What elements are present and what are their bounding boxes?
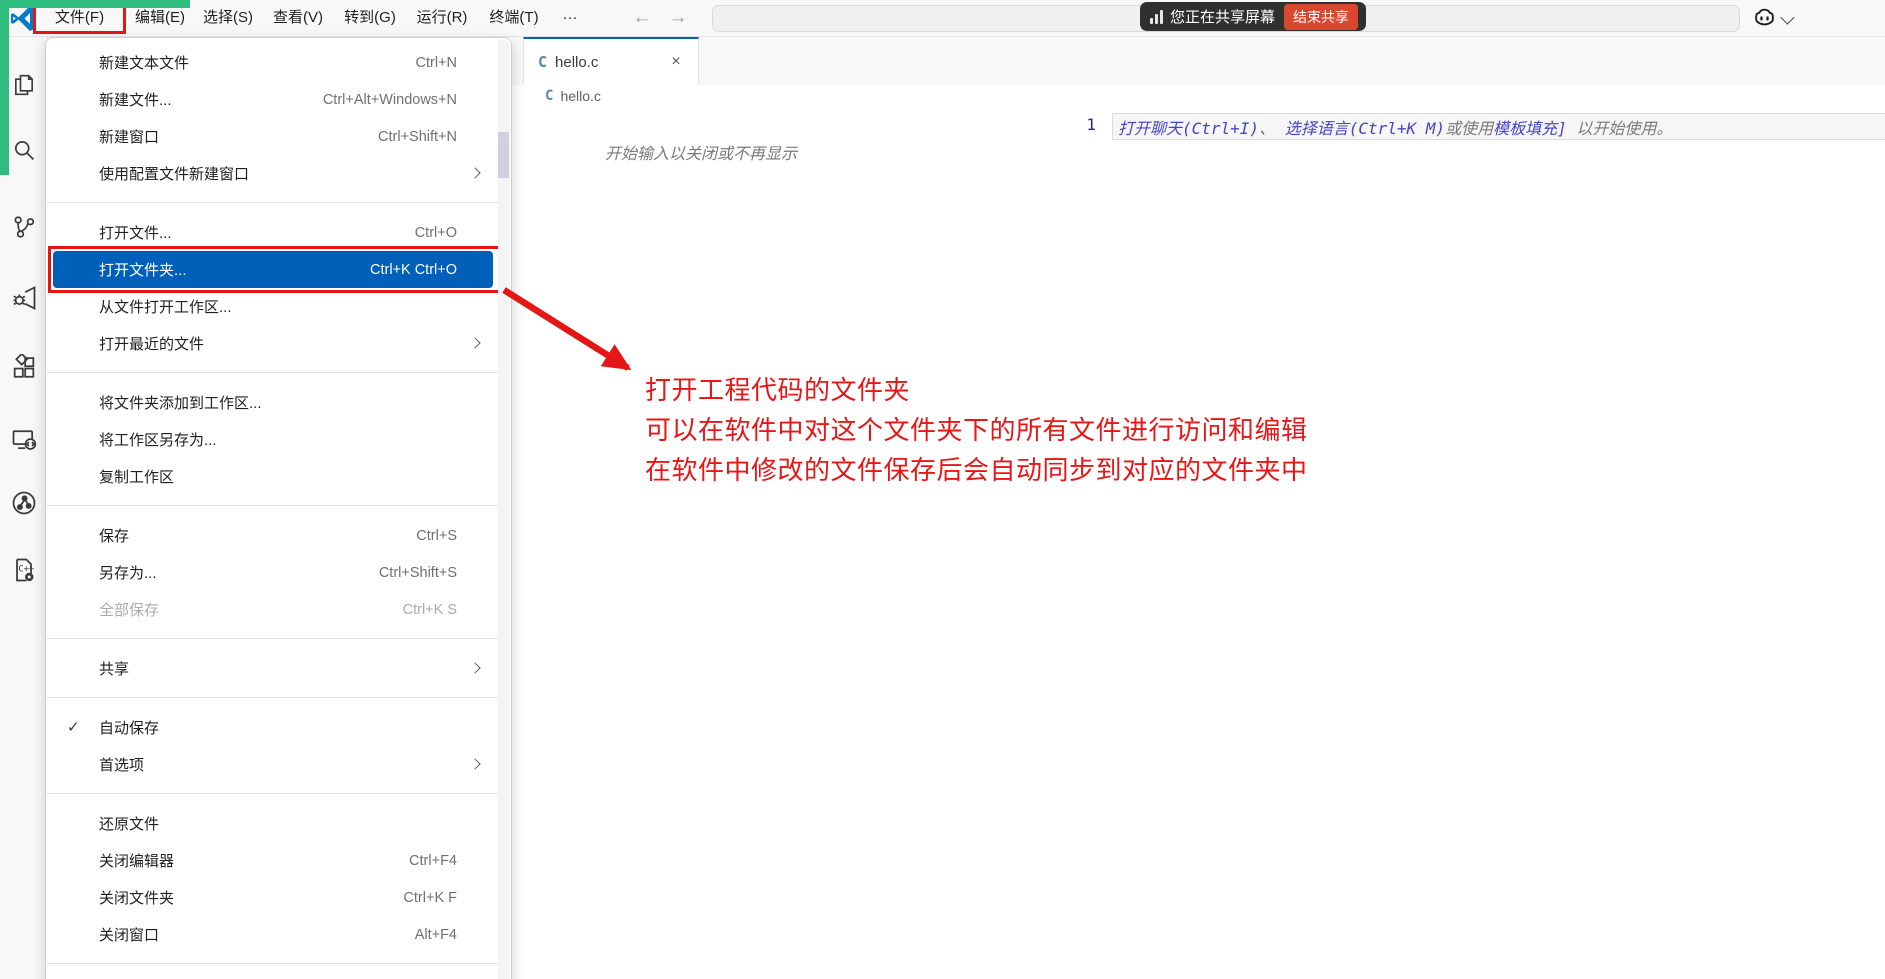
menu-separator: [47, 793, 510, 794]
cpp-tools-icon[interactable]: C++: [10, 556, 38, 584]
explorer-icon[interactable]: [10, 71, 38, 99]
menu-item-preferences[interactable]: 首选项: [53, 746, 493, 783]
breadcrumb-file: hello.c: [560, 88, 600, 104]
menu-item-auto-save[interactable]: 自动保存: [53, 709, 493, 746]
menu-scrollbar[interactable]: [498, 40, 510, 979]
annotation-line-1: 打开工程代码的文件夹: [645, 370, 1308, 410]
signal-bars-icon: [1150, 10, 1163, 24]
submenu-chevron-icon: [469, 758, 480, 769]
menu-separator: [47, 505, 510, 506]
copilot-menu[interactable]: [1752, 6, 1791, 31]
menu-item-share[interactable]: 共享: [53, 650, 493, 687]
menu-run[interactable]: 运行(R): [406, 0, 478, 36]
vscode-window: C hello.c C hello.c 1 打开聊天(Ctrl+I)、 选择语言…: [0, 0, 1885, 979]
editor-tab-bar: C hello.c: [512, 37, 1885, 85]
tab-close-icon[interactable]: [666, 52, 686, 72]
live-share-icon[interactable]: [10, 489, 38, 517]
tab-label: hello.c: [555, 54, 666, 71]
menu-item-new-window[interactable]: 新建窗口 Ctrl+Shift+N: [53, 118, 493, 155]
menu-item-save-as[interactable]: 另存为... Ctrl+Shift+S: [53, 554, 493, 591]
hint-dismiss-text: 开始输入以关闭或不再显示: [605, 140, 797, 164]
fill-template-link[interactable]: 模板填充]: [1493, 119, 1567, 138]
menu-item-open-workspace-from-file[interactable]: 从文件打开工作区...: [53, 288, 493, 325]
activity-bar: C++: [0, 37, 48, 979]
search-icon[interactable]: [10, 136, 38, 164]
menu-terminal[interactable]: 终端(T): [478, 0, 550, 36]
menu-separator: [47, 963, 510, 964]
menu-separator: [47, 638, 510, 639]
menu-item-revert-file[interactable]: 还原文件: [53, 805, 493, 842]
annotation-text: 打开工程代码的文件夹 可以在软件中对这个文件夹下的所有文件进行访问和编辑 在软件…: [645, 370, 1308, 490]
menu-item-open-folder[interactable]: 打开文件夹... Ctrl+K Ctrl+O: [53, 251, 493, 288]
menu-item-add-folder-to-workspace[interactable]: 将文件夹添加到工作区...: [53, 384, 493, 421]
file-menu-dropdown: 新建文本文件 Ctrl+N 新建文件... Ctrl+Alt+Windows+N…: [45, 37, 512, 979]
menu-view[interactable]: 查看(V): [262, 0, 334, 36]
menu-separator: [47, 202, 510, 203]
menu-item-save-all: 全部保存 Ctrl+K S: [53, 591, 493, 628]
remote-explorer-icon[interactable]: [10, 426, 38, 454]
checkmark-icon: [67, 709, 80, 746]
menu-item-close-window[interactable]: 关闭窗口 Alt+F4: [53, 916, 493, 953]
title-bar: 文件(F) 编辑(E) 选择(S) 查看(V) 转到(G) 运行(R) 终端(T…: [0, 0, 1885, 37]
end-share-button[interactable]: 结束共享: [1284, 4, 1358, 30]
line-number: 1: [1068, 115, 1096, 134]
breadcrumb[interactable]: C hello.c: [545, 88, 601, 104]
submenu-chevron-icon: [469, 167, 480, 178]
copilot-icon: [1752, 6, 1777, 31]
c-file-icon: C: [545, 88, 553, 104]
choose-language-link[interactable]: 选择语言(Ctrl+K M): [1285, 119, 1445, 138]
menu-item-open-recent[interactable]: 打开最近的文件: [53, 325, 493, 362]
menu-item-save[interactable]: 保存 Ctrl+S: [53, 517, 493, 554]
nav-back-icon[interactable]: [628, 5, 656, 31]
menu-selection[interactable]: 选择(S): [194, 0, 262, 36]
menu-item-close-editor[interactable]: 关闭编辑器 Ctrl+F4: [53, 842, 493, 879]
menu-more-icon[interactable]: ···: [550, 0, 590, 36]
menu-item-duplicate-workspace[interactable]: 复制工作区: [53, 458, 493, 495]
menu-go[interactable]: 转到(G): [334, 0, 406, 36]
inline-chat-hint-text: 打开聊天(Ctrl+I)、 选择语言(Ctrl+K M)或使用模板填充] 以开始…: [1118, 115, 1672, 139]
menu-separator: [47, 697, 510, 698]
c-file-icon: C: [538, 53, 547, 71]
source-control-icon[interactable]: [10, 213, 38, 241]
menu-item-save-workspace-as[interactable]: 将工作区另存为...: [53, 421, 493, 458]
chevron-down-icon: [1780, 10, 1794, 24]
menu-item-new-file[interactable]: 新建文件... Ctrl+Alt+Windows+N: [53, 81, 493, 118]
menu-item-open-file[interactable]: 打开文件... Ctrl+O: [53, 214, 493, 251]
screen-share-pill: 您正在共享屏幕 结束共享: [1140, 2, 1366, 31]
sharing-status-text: 您正在共享屏幕: [1170, 6, 1275, 27]
screen-share-border-left: [0, 0, 9, 175]
annotation-line-3: 在软件中修改的文件保存后会自动同步到对应的文件夹中: [645, 450, 1308, 490]
menu-scrollbar-thumb[interactable]: [498, 132, 509, 178]
editor-line-1[interactable]: 1 打开聊天(Ctrl+I)、 选择语言(Ctrl+K M)或使用模板填充] 以…: [512, 113, 1885, 140]
run-debug-icon[interactable]: [10, 284, 38, 312]
submenu-chevron-icon: [469, 337, 480, 348]
screen-share-border-top: [0, 0, 190, 8]
menu-separator: [47, 372, 510, 373]
annotation-line-2: 可以在软件中对这个文件夹下的所有文件进行访问和编辑: [645, 410, 1308, 450]
inline-chat-hint-box[interactable]: 打开聊天(Ctrl+I)、 选择语言(Ctrl+K M)或使用模板填充] 以开始…: [1112, 113, 1885, 140]
nav-forward-icon[interactable]: [664, 5, 692, 31]
open-chat-link[interactable]: 打开聊天(Ctrl+I): [1118, 119, 1259, 138]
svg-text:C++: C++: [18, 565, 34, 575]
menu-item-new-text-file[interactable]: 新建文本文件 Ctrl+N: [53, 44, 493, 81]
menu-item-new-window-with-profile[interactable]: 使用配置文件新建窗口: [53, 155, 493, 192]
menu-item-close-folder[interactable]: 关闭文件夹 Ctrl+K F: [53, 879, 493, 916]
tab-hello-c[interactable]: C hello.c: [523, 37, 699, 85]
submenu-chevron-icon: [469, 662, 480, 673]
extensions-icon[interactable]: [10, 354, 38, 382]
